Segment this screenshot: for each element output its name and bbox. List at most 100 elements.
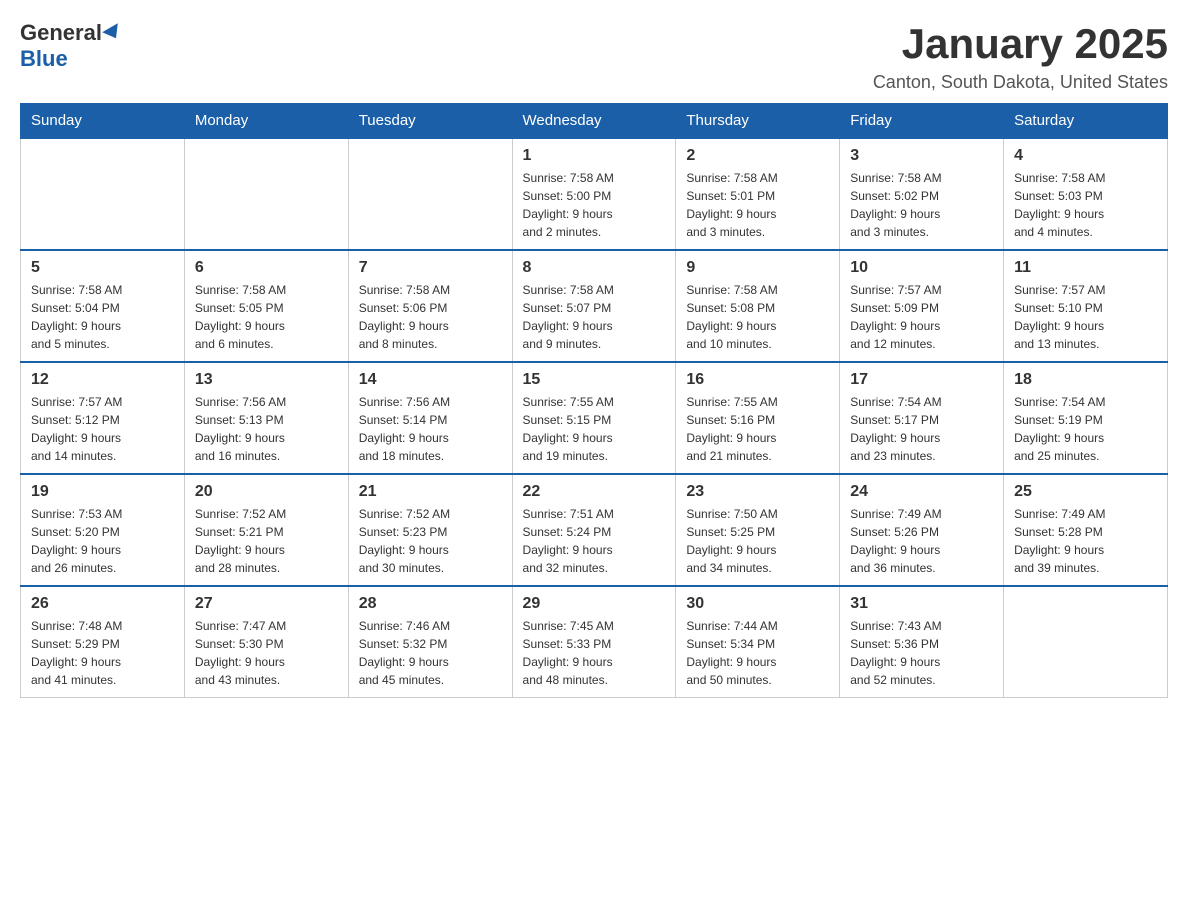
calendar-table: SundayMondayTuesdayWednesdayThursdayFrid… — [20, 103, 1168, 698]
day-info: Sunrise: 7:50 AMSunset: 5:25 PMDaylight:… — [686, 505, 829, 577]
day-info: Sunrise: 7:49 AMSunset: 5:26 PMDaylight:… — [850, 505, 993, 577]
header-tuesday: Tuesday — [348, 104, 512, 139]
logo-arrow-icon — [102, 23, 124, 42]
day-number: 30 — [686, 595, 829, 613]
day-info: Sunrise: 7:54 AMSunset: 5:17 PMDaylight:… — [850, 393, 993, 465]
calendar-cell: 30 Sunrise: 7:44 AMSunset: 5:34 PMDayligh… — [676, 586, 840, 698]
calendar-cell: 1Sunrise: 7:58 AMSunset: 5:00 PMDaylight… — [512, 138, 676, 250]
calendar-cell: 29 Sunrise: 7:45 AMSunset: 5:33 PMDayligh… — [512, 586, 676, 698]
calendar-cell: 20Sunrise: 7:52 AMSunset: 5:21 PMDayligh… — [184, 474, 348, 586]
day-info: Sunrise: 7:57 AMSunset: 5:12 PMDaylight:… — [31, 393, 174, 465]
day-info: Sunrise: 7:55 AMSunset: 5:16 PMDaylight:… — [686, 393, 829, 465]
day-info: Sunrise: 7:58 AMSunset: 5:05 PMDaylight:… — [195, 281, 338, 353]
day-info: Sunrise: 7:55 AMSunset: 5:15 PMDaylight:… — [523, 393, 666, 465]
calendar-cell: 26 Sunrise: 7:48 AMSunset: 5:29 PMDayligh… — [21, 586, 185, 698]
day-number: 12 — [31, 371, 174, 389]
day-number: 16 — [686, 371, 829, 389]
calendar-cell: 9Sunrise: 7:58 AMSunset: 5:08 PMDaylight… — [676, 250, 840, 362]
day-number: 8 — [523, 259, 666, 277]
day-info: Sunrise: 7:48 AMSunset: 5:29 PMDaylight:… — [31, 617, 174, 689]
calendar-cell: 11Sunrise: 7:57 AMSunset: 5:10 PMDayligh… — [1004, 250, 1168, 362]
day-number: 15 — [523, 371, 666, 389]
day-number: 10 — [850, 259, 993, 277]
day-number: 13 — [195, 371, 338, 389]
day-info: Sunrise: 7:47 AMSunset: 5:30 PMDaylight:… — [195, 617, 338, 689]
header-friday: Friday — [840, 104, 1004, 139]
calendar-cell: 19Sunrise: 7:53 AMSunset: 5:20 PMDayligh… — [21, 474, 185, 586]
logo: General Blue — [20, 20, 122, 72]
calendar-cell — [348, 138, 512, 250]
day-info: Sunrise: 7:56 AMSunset: 5:13 PMDaylight:… — [195, 393, 338, 465]
calendar-cell: 7 Sunrise: 7:58 AMSunset: 5:06 PMDaylight… — [348, 250, 512, 362]
day-info: Sunrise: 7:57 AMSunset: 5:09 PMDaylight:… — [850, 281, 993, 353]
calendar-cell: 15 Sunrise: 7:55 AMSunset: 5:15 PMDayligh… — [512, 362, 676, 474]
day-number: 21 — [359, 483, 502, 501]
day-number: 5 — [31, 259, 174, 277]
header-wednesday: Wednesday — [512, 104, 676, 139]
day-number: 31 — [850, 595, 993, 613]
day-info: Sunrise: 7:49 AMSunset: 5:28 PMDaylight:… — [1014, 505, 1157, 577]
calendar-cell — [21, 138, 185, 250]
day-info: Sunrise: 7:57 AMSunset: 5:10 PMDaylight:… — [1014, 281, 1157, 353]
week-row-1: 1Sunrise: 7:58 AMSunset: 5:00 PMDaylight… — [21, 138, 1168, 250]
calendar-cell: 2Sunrise: 7:58 AMSunset: 5:01 PMDaylight… — [676, 138, 840, 250]
day-number: 19 — [31, 483, 174, 501]
day-info: Sunrise: 7:54 AMSunset: 5:19 PMDaylight:… — [1014, 393, 1157, 465]
title-block: January 2025 Canton, South Dakota, Unite… — [873, 20, 1168, 93]
day-number: 2 — [686, 147, 829, 165]
week-row-4: 19Sunrise: 7:53 AMSunset: 5:20 PMDayligh… — [21, 474, 1168, 586]
calendar-cell: 17 Sunrise: 7:54 AMSunset: 5:17 PMDayligh… — [840, 362, 1004, 474]
calendar-cell: 18 Sunrise: 7:54 AMSunset: 5:19 PMDayligh… — [1004, 362, 1168, 474]
day-number: 24 — [850, 483, 993, 501]
week-row-3: 12 Sunrise: 7:57 AMSunset: 5:12 PMDayligh… — [21, 362, 1168, 474]
calendar-cell: 14 Sunrise: 7:56 AMSunset: 5:14 PMDayligh… — [348, 362, 512, 474]
page-title: January 2025 — [873, 20, 1168, 68]
day-info: Sunrise: 7:58 AMSunset: 5:08 PMDaylight:… — [686, 281, 829, 353]
header-saturday: Saturday — [1004, 104, 1168, 139]
week-row-2: 5 Sunrise: 7:58 AMSunset: 5:04 PMDaylight… — [21, 250, 1168, 362]
day-info: Sunrise: 7:46 AMSunset: 5:32 PMDaylight:… — [359, 617, 502, 689]
day-number: 26 — [31, 595, 174, 613]
day-info: Sunrise: 7:58 AMSunset: 5:07 PMDaylight:… — [523, 281, 666, 353]
calendar-cell: 24 Sunrise: 7:49 AMSunset: 5:26 PMDayligh… — [840, 474, 1004, 586]
day-info: Sunrise: 7:45 AMSunset: 5:33 PMDaylight:… — [523, 617, 666, 689]
day-number: 23 — [686, 483, 829, 501]
day-info: Sunrise: 7:56 AMSunset: 5:14 PMDaylight:… — [359, 393, 502, 465]
day-info: Sunrise: 7:52 AMSunset: 5:23 PMDaylight:… — [359, 505, 502, 577]
day-number: 17 — [850, 371, 993, 389]
day-number: 25 — [1014, 483, 1157, 501]
day-number: 14 — [359, 371, 502, 389]
day-info: Sunrise: 7:44 AMSunset: 5:34 PMDaylight:… — [686, 617, 829, 689]
calendar-cell — [184, 138, 348, 250]
calendar-cell: 21 Sunrise: 7:52 AMSunset: 5:23 PMDayligh… — [348, 474, 512, 586]
day-info: Sunrise: 7:58 AMSunset: 5:02 PMDaylight:… — [850, 169, 993, 241]
day-info: Sunrise: 7:58 AMSunset: 5:06 PMDaylight:… — [359, 281, 502, 353]
calendar-header-row: SundayMondayTuesdayWednesdayThursdayFrid… — [21, 104, 1168, 139]
calendar-cell: 27Sunrise: 7:47 AMSunset: 5:30 PMDayligh… — [184, 586, 348, 698]
calendar-cell — [1004, 586, 1168, 698]
day-info: Sunrise: 7:43 AMSunset: 5:36 PMDaylight:… — [850, 617, 993, 689]
header-thursday: Thursday — [676, 104, 840, 139]
day-number: 4 — [1014, 147, 1157, 165]
day-number: 18 — [1014, 371, 1157, 389]
calendar-cell: 28 Sunrise: 7:46 AMSunset: 5:32 PMDayligh… — [348, 586, 512, 698]
calendar-cell: 6 Sunrise: 7:58 AMSunset: 5:05 PMDaylight… — [184, 250, 348, 362]
calendar-cell: 25 Sunrise: 7:49 AMSunset: 5:28 PMDayligh… — [1004, 474, 1168, 586]
day-info: Sunrise: 7:51 AMSunset: 5:24 PMDaylight:… — [523, 505, 666, 577]
header-sunday: Sunday — [21, 104, 185, 139]
calendar-cell: 22 Sunrise: 7:51 AMSunset: 5:24 PMDayligh… — [512, 474, 676, 586]
day-number: 7 — [359, 259, 502, 277]
day-number: 29 — [523, 595, 666, 613]
page-subtitle: Canton, South Dakota, United States — [873, 72, 1168, 93]
day-info: Sunrise: 7:58 AMSunset: 5:03 PMDaylight:… — [1014, 169, 1157, 241]
page-header: General Blue January 2025 Canton, South … — [20, 20, 1168, 93]
day-number: 22 — [523, 483, 666, 501]
calendar-cell: 23 Sunrise: 7:50 AMSunset: 5:25 PMDayligh… — [676, 474, 840, 586]
day-number: 28 — [359, 595, 502, 613]
calendar-cell: 5 Sunrise: 7:58 AMSunset: 5:04 PMDaylight… — [21, 250, 185, 362]
week-row-5: 26 Sunrise: 7:48 AMSunset: 5:29 PMDayligh… — [21, 586, 1168, 698]
day-number: 6 — [195, 259, 338, 277]
header-monday: Monday — [184, 104, 348, 139]
day-info: Sunrise: 7:58 AMSunset: 5:04 PMDaylight:… — [31, 281, 174, 353]
calendar-cell: 13 Sunrise: 7:56 AMSunset: 5:13 PMDayligh… — [184, 362, 348, 474]
